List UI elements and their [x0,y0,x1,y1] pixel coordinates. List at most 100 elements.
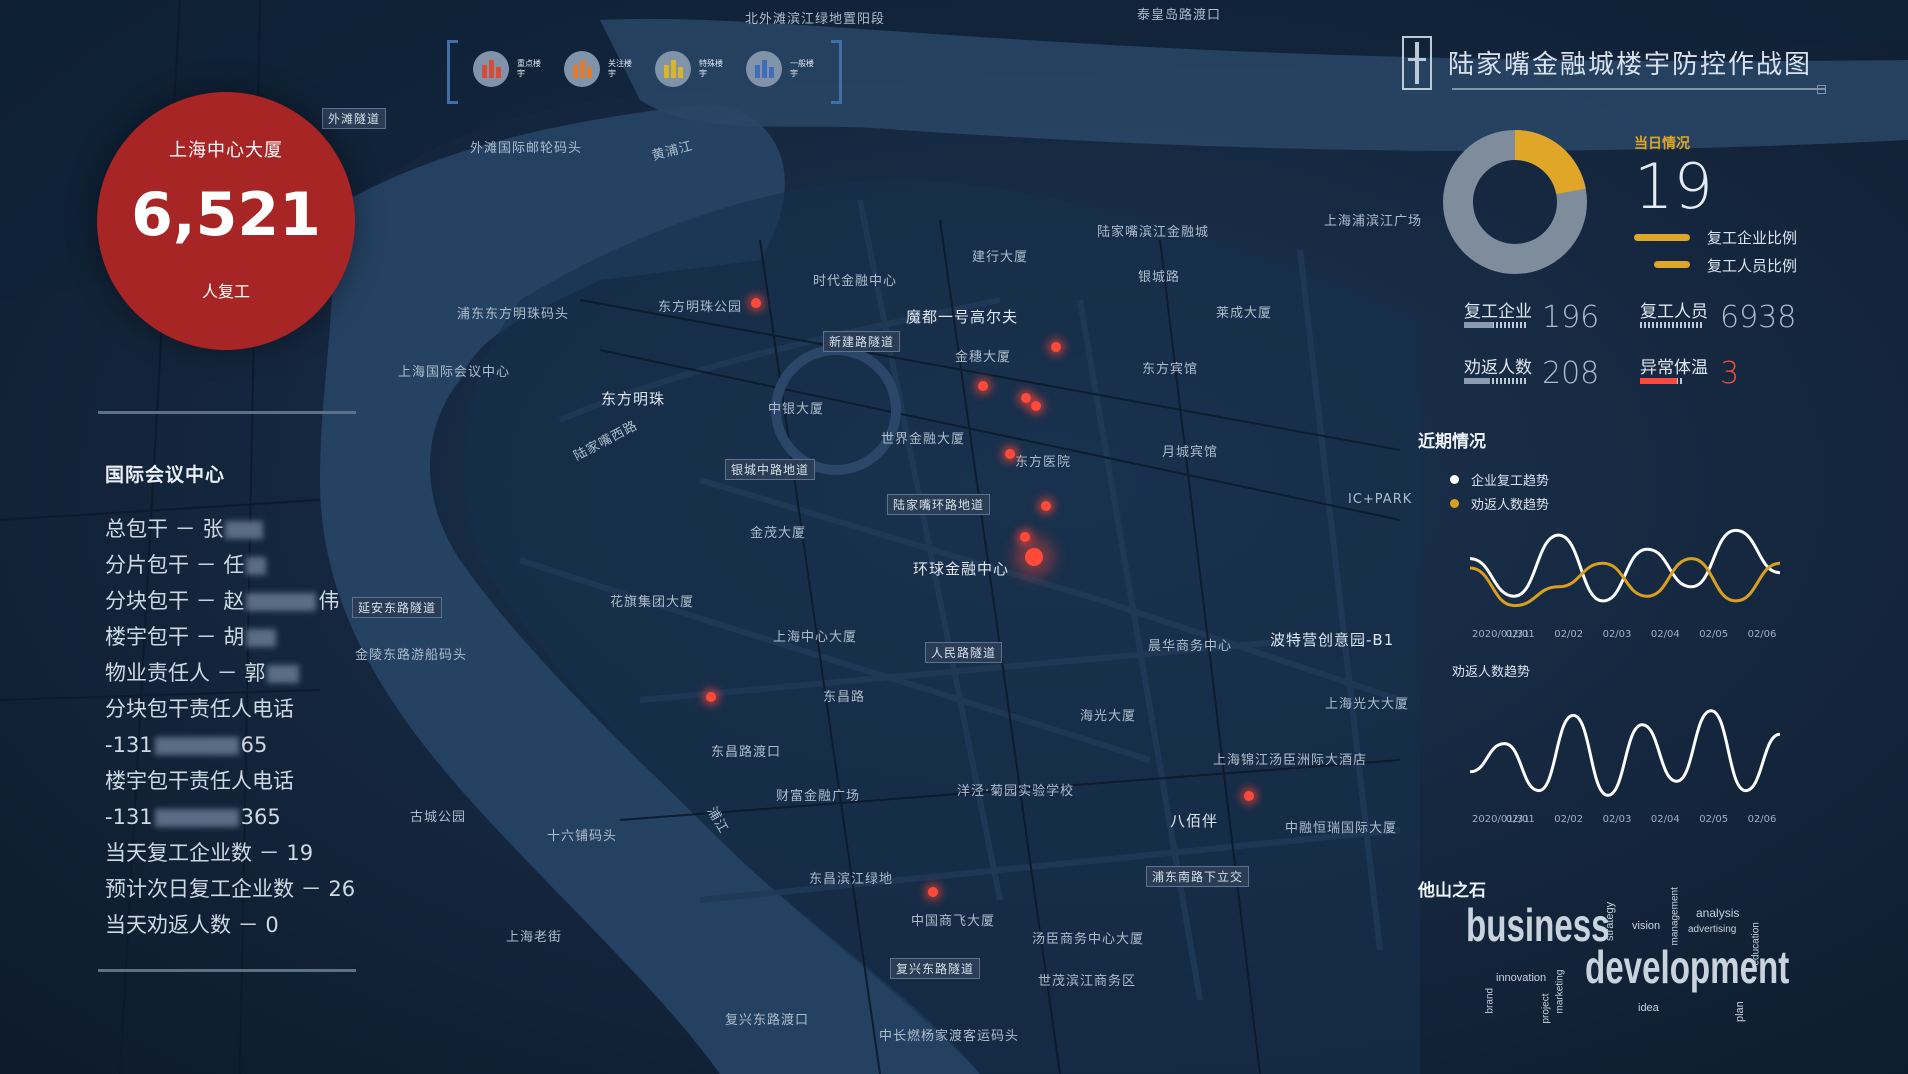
map-label: 外滩国际邮轮码头 [470,141,583,156]
map-label: 东方医院 [1015,455,1072,470]
building-marker[interactable] [928,887,938,897]
map-label: 花旗集团大厦 [610,595,695,610]
map-label: 世茂滨江商务区 [1038,974,1137,989]
building-name: 上海中心大厦 [169,140,283,161]
word: brand [1484,987,1496,1014]
map-label: 时代金融中心 [813,274,898,289]
building-marker[interactable] [1051,342,1061,352]
return-count-label: 人复工 [201,282,250,301]
map-label: 上海光大大厦 [1325,697,1410,712]
map-label: 上海国际会议中心 [398,365,511,380]
map-label: 海光大厦 [1080,709,1137,724]
building-icon [564,51,600,87]
legend-item-special[interactable]: 特殊楼宇 [655,50,729,88]
building-marker[interactable] [1244,791,1254,801]
today-count: 19 [1634,150,1713,223]
map-label: 上海老街 [506,930,563,945]
legend-item-focus[interactable]: 关注楼宇 [564,50,638,88]
map-dashboard: 北外滩滨江绿地置阳段 泰皇岛路渡口 外滩隧道 外滩国际邮轮码头 浦东东方明珠码头… [0,0,1908,1074]
map-label: 人民路隧道 [925,642,1003,663]
info-line: -131 65 [105,733,268,757]
building-info-list: 总包干 － 张 分片包干 － 任 分块包干 － 赵伟 楼宇包干 － 胡 物业责任… [105,516,355,948]
map-label: 中融恒瑞国际大厦 [1285,821,1398,836]
building-icon [473,51,509,87]
info-line: 物业责任人 － 郭 [105,660,355,696]
divider [98,411,356,414]
building-marker[interactable] [1031,401,1041,411]
map-label: 陆家嘴滨江金融城 [1097,225,1210,240]
map-label: 中银大厦 [768,402,825,417]
map-label: 魔都一号高尔夫 [906,308,1019,326]
building-summary-circle[interactable]: 上海中心大厦 6,521 人复工 [97,92,355,350]
tower-logo-icon [1402,36,1432,90]
page-title: 陆家嘴金融城楼宇防控作战图 [1448,50,1813,80]
legend-item-key[interactable]: 重点楼宇 [473,50,547,88]
x-tick-label: 02/01 [1506,629,1535,640]
x-tick-label: 02/04 [1651,629,1680,640]
x-tick-label: 02/02 [1554,814,1583,825]
map-label: 浦东南路下立交 [1146,866,1250,887]
legend-bracket-right [831,40,842,104]
info-line: 总包干 － 张 [105,516,355,552]
stat-bar [1464,322,1528,328]
map-label: 陆家嘴环路地道 [887,494,991,515]
building-marker[interactable] [751,298,761,308]
map-label: 上海浦滨江广场 [1324,214,1423,229]
legend-item-general[interactable]: 一般楼宇 [746,50,820,88]
x-tick-label: 02/01 [1506,814,1535,825]
legend-dot-icon [1450,475,1459,484]
building-marker[interactable] [1025,548,1043,566]
map-label: IC+PARK [1348,492,1413,507]
legend-label: 复工人员比例 [1707,257,1798,275]
building-info-title: 国际会议中心 [105,464,226,486]
map-label: 泰皇岛路渡口 [1137,8,1222,23]
return-count: 6,521 [131,180,321,250]
stat-bar [1640,322,1704,328]
trend-chart-2[interactable]: 2020/01/3102/01 02/02 02/03 02/04 02/05 02/06 [1460,700,1790,830]
building-marker[interactable] [706,692,716,702]
map-label: 月城宾馆 [1162,445,1219,460]
legend-bracket-left [447,40,458,104]
word: innovation [1496,972,1547,984]
recent-title: 近期情况 [1418,432,1486,452]
legend-label: 一般楼宇 [790,59,814,78]
map-label: 金穗大厦 [955,350,1012,365]
trend-chart-1[interactable]: 2020/01/3102/01 02/02 02/03 02/04 02/05 02/06 [1460,515,1790,645]
map-label: 东方明珠 [601,390,666,408]
trend-legend-item: 企业复工趋势 [1450,470,1549,489]
legend-swatch [1654,261,1690,268]
word: strategy [1604,901,1616,941]
x-tick-label: 02/06 [1748,814,1777,825]
map-label: 延安东路隧道 [352,597,443,618]
map-label: 汤臣商务中心大厦 [1032,932,1145,947]
legend-label: 关注楼宇 [608,59,632,78]
building-marker[interactable] [1021,393,1031,403]
x-tick-label: 02/02 [1554,629,1583,640]
word: marketing [1554,969,1566,1014]
map-label: 东方明珠公园 [658,300,743,315]
map-label: 洋泾·菊园实验学校 [957,784,1075,799]
info-line: 分块包干 － 赵伟 [105,589,340,613]
map-label: 银城中路地道 [725,459,816,480]
stat-value: 196 [1542,300,1600,335]
stat-bar [1464,378,1528,384]
stat-label: 复工人员 [1640,302,1708,322]
word: management [1669,887,1681,946]
map-label: 上海锦江汤臣洲际大酒店 [1213,753,1368,768]
building-marker[interactable] [1041,501,1051,511]
map-label: 东昌滨江绿地 [809,872,894,887]
legend-label: 重点楼宇 [517,59,541,78]
building-type-legend: 重点楼宇 关注楼宇 特殊楼宇 一般楼宇 [447,40,842,104]
info-line: 当天劝返人数 － 0 [105,913,279,937]
map-label: 环球金融中心 [913,560,1010,578]
map-label: 古城公园 [410,810,467,825]
map-label: 财富金融广场 [776,789,861,804]
building-marker[interactable] [1020,532,1030,542]
map-label: 复兴东路渡口 [725,1013,810,1028]
x-tick-label: 02/06 [1748,629,1777,640]
map-label: 北外滩滨江绿地置阳段 [745,12,886,27]
building-marker[interactable] [1005,449,1015,459]
map-label: 金茂大厦 [750,526,807,541]
map-label: 中国商飞大厦 [911,914,996,929]
building-marker[interactable] [978,381,988,391]
